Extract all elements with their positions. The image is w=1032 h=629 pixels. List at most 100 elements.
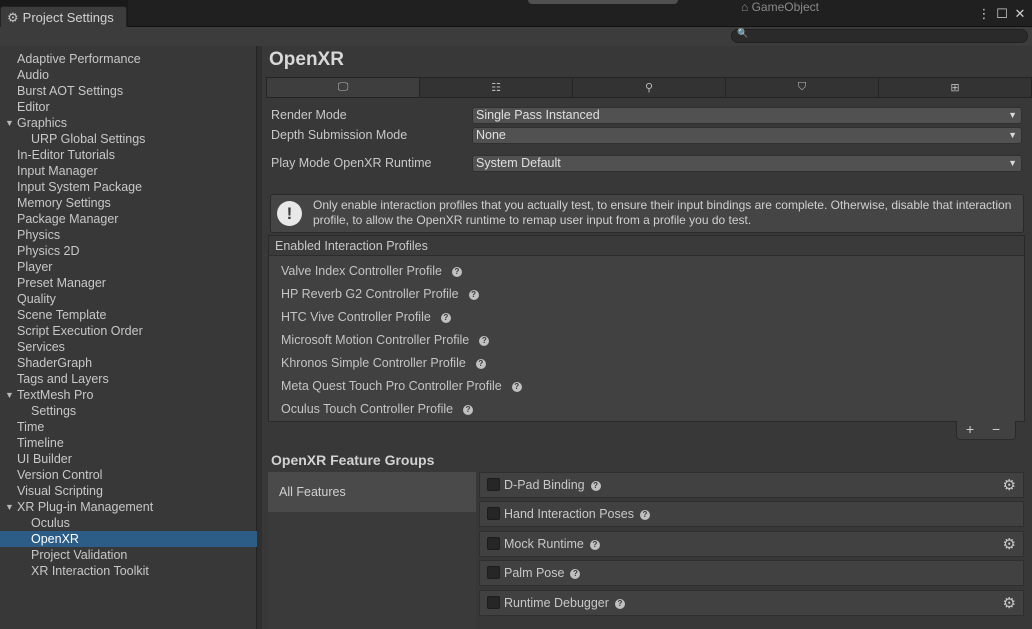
sidebar-item-preset-manager[interactable]: Preset Manager <box>0 275 257 291</box>
feature-label: Mock Runtime <box>504 537 584 551</box>
tab-webgl[interactable]: ⛉ <box>726 78 879 97</box>
sidebar-item-openxr[interactable]: OpenXR <box>0 531 257 547</box>
sidebar-item-version-control[interactable]: Version Control <box>0 467 257 483</box>
sidebar-item-input-manager[interactable]: Input Manager <box>0 163 257 179</box>
render-mode-row: Render Mode Single Pass Instanced ▼ <box>271 107 1023 124</box>
help-icon[interactable]: ? <box>440 313 451 323</box>
expand-arrow-icon[interactable]: ▼ <box>5 499 14 515</box>
sidebar-item-scene-template[interactable]: Scene Template <box>0 307 257 323</box>
sidebar-item-adaptive-performance[interactable]: Adaptive Performance <box>0 51 257 67</box>
sidebar-item-xr-plug-in-management[interactable]: ▼ XR Plug-in Management <box>0 499 257 515</box>
feature-label: D-Pad Binding <box>504 478 585 492</box>
tab-standalone[interactable]: 🖵 <box>267 78 420 97</box>
sidebar-item-label: Audio <box>17 68 49 82</box>
render-mode-dropdown[interactable]: Single Pass Instanced ▼ <box>472 107 1022 124</box>
sidebar-item-label: Services <box>17 340 65 354</box>
sidebar-item-memory-settings[interactable]: Memory Settings <box>0 195 257 211</box>
sidebar-item-timeline[interactable]: Timeline <box>0 435 257 451</box>
sidebar-item-label: XR Plug-in Management <box>17 500 154 514</box>
sidebar-item-input-system-package[interactable]: Input System Package <box>0 179 257 195</box>
help-icon[interactable]: ? <box>614 599 625 609</box>
sidebar-item-editor[interactable]: Editor <box>0 99 257 115</box>
feature-runtime-debugger: Runtime Debugger? ⚙ <box>479 590 1024 616</box>
sidebar-item-label: Time <box>17 420 45 434</box>
help-icon[interactable]: ? <box>590 481 601 491</box>
add-profile-button[interactable]: + <box>966 421 974 437</box>
profile-item[interactable]: Valve Index Controller Profile? <box>281 264 462 278</box>
expand-arrow-icon[interactable]: ▼ <box>5 387 14 403</box>
title-bar: ⌂ GameObject ⚙ Project Settings ⋮ ☐ ✕ <box>0 0 1032 28</box>
help-icon[interactable]: ? <box>479 336 490 346</box>
sidebar-item-package-manager[interactable]: Package Manager <box>0 211 257 227</box>
help-icon[interactable]: ? <box>639 510 650 520</box>
sidebar-item-shadergraph[interactable]: ShaderGraph <box>0 355 257 371</box>
sidebar-item-audio[interactable]: Audio <box>0 67 257 83</box>
gear-icon[interactable]: ⚙ <box>1003 476 1016 494</box>
gear-icon[interactable]: ⚙ <box>1003 535 1016 553</box>
sidebar-item-textmesh-pro[interactable]: ▼ TextMesh Pro <box>0 387 257 403</box>
tab-server[interactable]: ☷ <box>420 78 573 97</box>
sidebar-item-graphics[interactable]: ▼ Graphics <box>0 115 257 131</box>
maximize-icon[interactable]: ☐ <box>994 6 1010 22</box>
sidebar-item-quality[interactable]: Quality <box>0 291 257 307</box>
profile-item[interactable]: HP Reverb G2 Controller Profile? <box>281 287 479 301</box>
sidebar-item-visual-scripting[interactable]: Visual Scripting <box>0 483 257 499</box>
profile-label: HP Reverb G2 Controller Profile <box>281 287 459 301</box>
feature-checkbox[interactable] <box>487 478 500 491</box>
sidebar-item-script-execution-order[interactable]: Script Execution Order <box>0 323 257 339</box>
kebab-menu-icon[interactable]: ⋮ <box>976 6 992 22</box>
sidebar-item-ui-builder[interactable]: UI Builder <box>0 451 257 467</box>
depth-submission-dropdown[interactable]: None ▼ <box>472 127 1022 144</box>
settings-panel: OpenXR 🖵 ☷ ⚲ ⛉ ⊞ Render Mode Single Pass… <box>262 46 1032 629</box>
feature-checkbox[interactable] <box>487 566 500 579</box>
help-icon[interactable]: ? <box>570 569 581 579</box>
sidebar-item-player[interactable]: Player <box>0 259 257 275</box>
sidebar-item-label: Scene Template <box>17 308 107 322</box>
sidebar-item-in-editor-tutorials[interactable]: In-Editor Tutorials <box>0 147 257 163</box>
help-icon[interactable]: ? <box>468 290 479 300</box>
profile-item[interactable]: Meta Quest Touch Pro Controller Profile? <box>281 379 522 393</box>
feature-checkbox[interactable] <box>487 537 500 550</box>
sidebar-item-xr-interaction-toolkit[interactable]: XR Interaction Toolkit <box>0 563 257 579</box>
tab-android[interactable]: ⚲ <box>573 78 726 97</box>
search-icon: 🔍 <box>737 28 749 38</box>
group-all-features[interactable]: All Features <box>268 472 476 512</box>
remove-profile-button[interactable]: − <box>992 421 1000 437</box>
feature-palm-pose: Palm Pose? <box>479 560 1024 586</box>
project-settings-tab[interactable]: ⚙ Project Settings <box>0 6 127 28</box>
play-mode-runtime-dropdown[interactable]: System Default ▼ <box>472 155 1022 172</box>
sidebar-item-label: Version Control <box>17 468 103 482</box>
sidebar-item-burst-aot-settings[interactable]: Burst AOT Settings <box>0 83 257 99</box>
help-icon[interactable]: ? <box>463 405 474 415</box>
sidebar-item-settings[interactable]: Settings <box>0 403 257 419</box>
profile-item[interactable]: HTC Vive Controller Profile? <box>281 310 451 324</box>
feature-label: Palm Pose <box>504 566 565 580</box>
search-input[interactable]: 🔍 <box>731 28 1028 43</box>
background-object-label: GameObject <box>751 0 819 14</box>
close-icon[interactable]: ✕ <box>1012 6 1028 22</box>
sidebar-item-time[interactable]: Time <box>0 419 257 435</box>
profile-item[interactable]: Microsoft Motion Controller Profile? <box>281 333 490 347</box>
sidebar-item-services[interactable]: Services <box>0 339 257 355</box>
help-icon[interactable]: ? <box>475 359 486 369</box>
help-icon[interactable]: ? <box>511 382 522 392</box>
sidebar-item-urp-global-settings[interactable]: URP Global Settings <box>0 131 257 147</box>
tab-windows[interactable]: ⊞ <box>879 78 1031 97</box>
feature-checkbox[interactable] <box>487 507 500 520</box>
sidebar-item-oculus[interactable]: Oculus <box>0 515 257 531</box>
sidebar-item-physics-2d[interactable]: Physics 2D <box>0 243 257 259</box>
sidebar-item-physics[interactable]: Physics <box>0 227 257 243</box>
search-bar: 🔍 <box>0 27 1032 46</box>
sidebar-item-label: Visual Scripting <box>17 484 103 498</box>
profile-item[interactable]: Khronos Simple Controller Profile? <box>281 356 486 370</box>
sidebar-item-label: Memory Settings <box>17 196 111 210</box>
sidebar-item-tags-and-layers[interactable]: Tags and Layers <box>0 371 257 387</box>
feature-checkbox[interactable] <box>487 596 500 609</box>
profile-item[interactable]: Oculus Touch Controller Profile? <box>281 402 474 416</box>
gear-icon[interactable]: ⚙ <box>1003 594 1016 612</box>
sidebar-item-project-validation[interactable]: Project Validation <box>0 547 257 563</box>
sidebar-item-label: UI Builder <box>17 452 72 466</box>
help-icon[interactable]: ? <box>589 540 600 550</box>
expand-arrow-icon[interactable]: ▼ <box>5 115 14 131</box>
help-icon[interactable]: ? <box>451 267 462 277</box>
